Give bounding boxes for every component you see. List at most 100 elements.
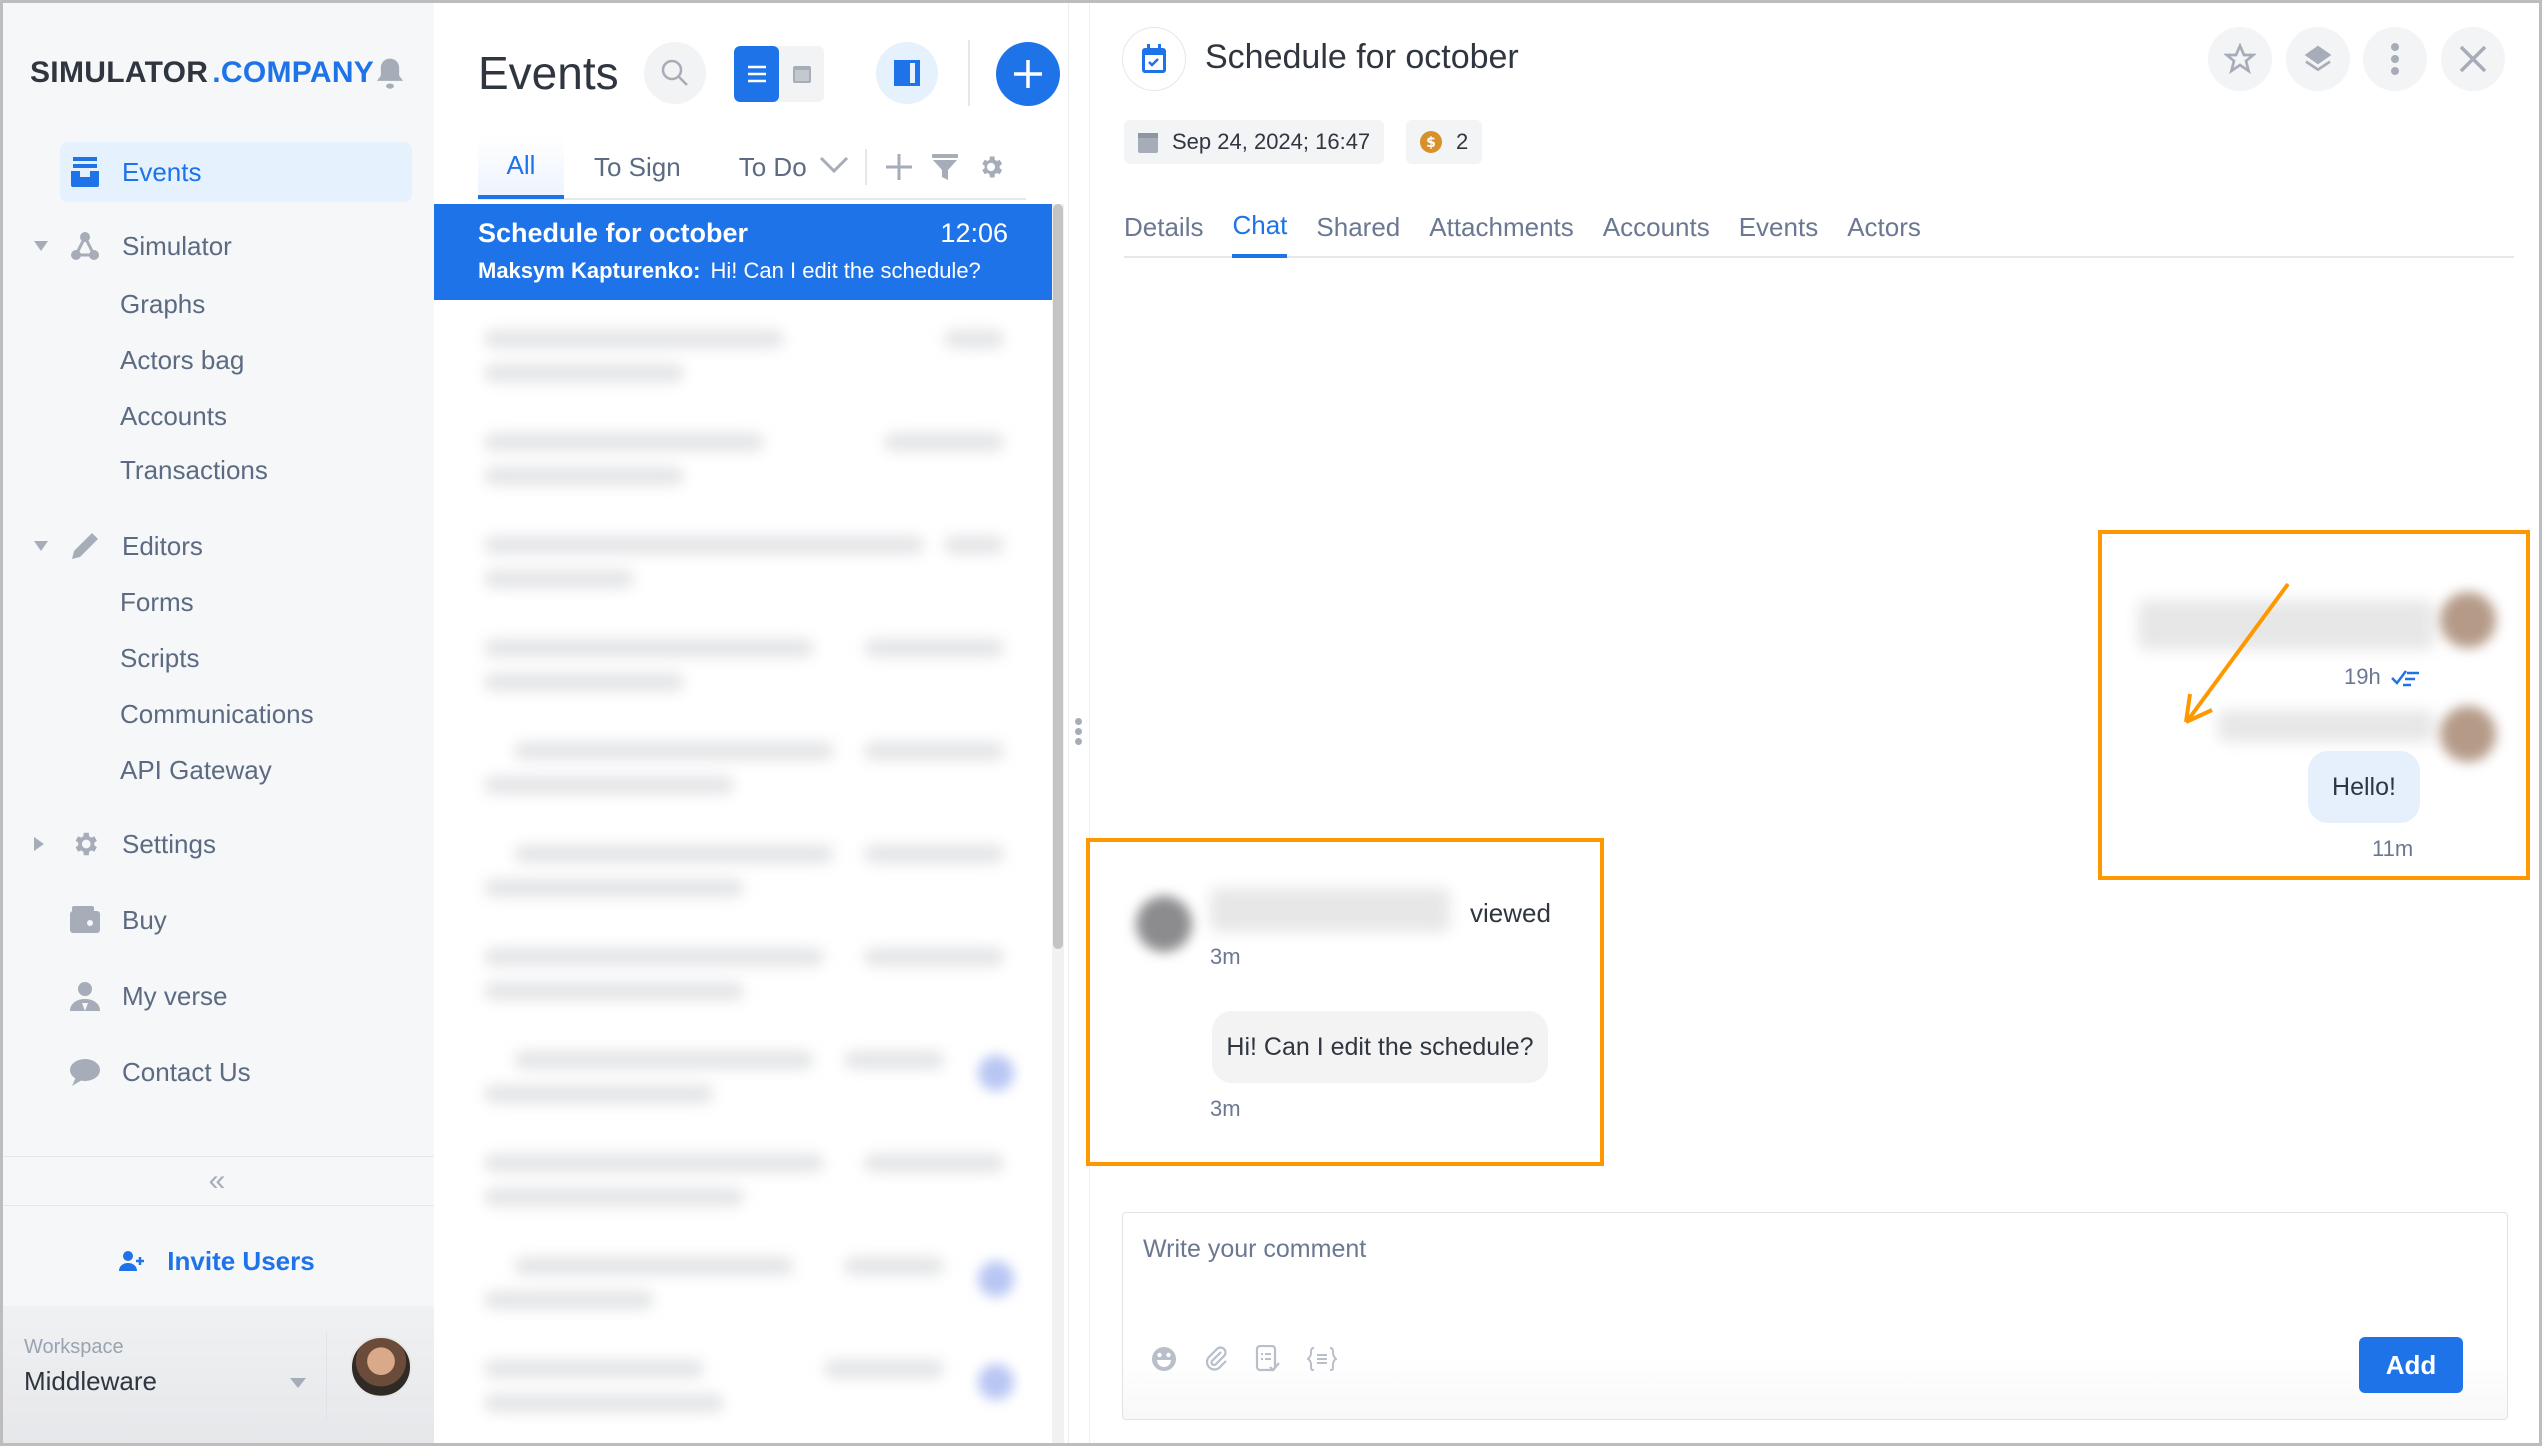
toggle-detail-panel-button[interactable] (876, 42, 938, 104)
workspace-switcher: Workspace Middleware (0, 1306, 434, 1446)
tab-details[interactable]: Details (1124, 196, 1203, 258)
tab-shared[interactable]: Shared (1316, 196, 1400, 258)
more-options-button[interactable] (2363, 27, 2427, 91)
view-toggle (734, 46, 824, 102)
date-chip: Sep 24, 2024; 16:47 (1124, 120, 1385, 164)
calendar-view-button[interactable] (779, 46, 824, 102)
gear-icon[interactable] (977, 153, 1005, 181)
sidebar-item-buy[interactable]: Buy (60, 890, 412, 950)
variables-braces-icon[interactable] (1307, 1347, 1337, 1371)
form-checklist-icon[interactable] (1255, 1345, 1281, 1373)
graph-nodes-icon (70, 231, 100, 261)
list-item[interactable] (444, 1033, 1034, 1136)
brand-logo[interactable]: SIMULATOR .COMPANY (30, 56, 374, 90)
sidebar-item-my-verse[interactable]: My verse (60, 966, 412, 1026)
sidebar-item-settings[interactable]: Settings (34, 814, 412, 874)
list-item[interactable] (444, 827, 1034, 930)
search-button[interactable] (644, 42, 706, 104)
close-icon (2459, 45, 2487, 73)
list-item[interactable] (444, 1136, 1034, 1239)
sidebar-item-graphs[interactable]: Graphs (120, 274, 412, 334)
sidebar-item-transactions[interactable]: Transactions (120, 440, 412, 500)
sidebar-item-events[interactable]: Events (60, 142, 412, 202)
calendar-check-icon (1142, 44, 1166, 73)
emoji-icon[interactable] (1151, 1346, 1177, 1372)
list-item[interactable] (444, 518, 1034, 621)
pencil-icon (70, 531, 100, 561)
list-item[interactable] (444, 1342, 1034, 1445)
list-item[interactable] (444, 312, 1034, 415)
attachment-icon[interactable] (1203, 1346, 1229, 1372)
event-title: Schedule for october (478, 218, 749, 248)
sidebar-item-actors-bag[interactable]: Actors bag (120, 330, 412, 390)
avatar (1136, 896, 1192, 952)
tab-to-sign[interactable]: To Sign (594, 135, 681, 199)
tab-events[interactable]: Events (1739, 196, 1819, 258)
comment-box: Add (1122, 1212, 2508, 1420)
events-panel: Events All To Sign To Do Schedule for oc… (434, 0, 1068, 1446)
message-text: Hi! Can I edit the schedule? (1226, 1032, 1534, 1061)
sidebar-item-label: Editors (122, 530, 203, 561)
caret-right-icon[interactable] (34, 837, 44, 851)
sidebar-item-contact-us[interactable]: Contact Us (60, 1042, 412, 1102)
tab-chat[interactable]: Chat (1232, 196, 1288, 258)
collapse-sidebar-button[interactable]: « (0, 1156, 434, 1206)
favorite-button[interactable] (2208, 27, 2272, 91)
brand-part1: SIMULATOR (30, 56, 209, 89)
list-item[interactable] (444, 930, 1034, 1033)
event-message: Hi! Can I edit the schedule? (710, 258, 981, 283)
layers-button[interactable] (2286, 27, 2350, 91)
star-icon (2224, 43, 2256, 75)
comment-toolbar (1151, 1345, 1363, 1373)
invite-users-label: Invite Users (167, 1245, 315, 1276)
list-item[interactable] (444, 1239, 1034, 1342)
panel-resize-handle[interactable] (1068, 0, 1090, 1446)
invite-users-button[interactable]: Invite Users (0, 1236, 434, 1286)
chevron-down-icon[interactable] (819, 156, 849, 179)
list-item[interactable] (444, 621, 1034, 724)
event-list-item-selected[interactable]: Schedule for october 12:06 Maksym Kaptur… (434, 204, 1052, 300)
add-event-button[interactable] (996, 42, 1060, 106)
list-view-button[interactable] (734, 46, 779, 102)
sidebar-item-simulator[interactable]: Simulator (34, 216, 412, 276)
divider (968, 40, 970, 106)
coin-count: 2 (1456, 129, 1469, 154)
tab-attachments[interactable]: Attachments (1429, 196, 1574, 258)
message-time: 3m (1210, 1096, 1241, 1121)
list-item[interactable] (444, 415, 1034, 518)
message-time-text: 19h (2344, 664, 2381, 689)
tab-all[interactable]: All (478, 135, 564, 199)
list-item[interactable] (444, 724, 1034, 827)
highlight-box-own-messages (2098, 530, 2530, 880)
sidebar-item-editors[interactable]: Editors (34, 516, 412, 576)
comment-input[interactable] (1143, 1235, 2143, 1264)
sidebar-item-scripts[interactable]: Scripts (120, 628, 412, 688)
caret-down-icon[interactable] (34, 541, 48, 551)
scrollbar-thumb[interactable] (1053, 204, 1063, 949)
sidebar-item-label: Simulator (122, 230, 232, 261)
calendar-icon (1138, 133, 1158, 153)
events-scrollbar[interactable] (1052, 204, 1064, 1446)
add-comment-button[interactable]: Add (2359, 1337, 2463, 1393)
sidebar-item-communications[interactable]: Communications (120, 684, 412, 744)
close-button[interactable] (2441, 27, 2505, 91)
event-preview: Maksym Kapturenko: Hi! Can I edit the sch… (478, 258, 981, 284)
workspace-select[interactable]: Middleware (24, 1366, 157, 1397)
tab-accounts[interactable]: Accounts (1603, 196, 1710, 258)
bell-icon[interactable] (374, 56, 406, 90)
filter-icon[interactable] (931, 153, 959, 181)
sidebar-item-api-gateway[interactable]: API Gateway (120, 740, 412, 800)
plus-icon (1014, 60, 1042, 88)
event-title: Schedule for october (1205, 38, 1519, 76)
sidebar-item-accounts[interactable]: Accounts (120, 386, 412, 446)
tab-to-do[interactable]: To Do (739, 135, 809, 199)
sidebar-item-forms[interactable]: Forms (120, 572, 412, 632)
read-receipt-icon (2390, 670, 2419, 687)
drag-handle-icon[interactable] (1075, 718, 1083, 748)
tab-actors[interactable]: Actors (1847, 196, 1921, 258)
user-avatar[interactable] (350, 1336, 412, 1398)
caret-down-icon[interactable] (34, 241, 48, 251)
sidebar-item-label: My verse (122, 980, 228, 1011)
add-tab-icon[interactable] (885, 153, 913, 181)
caret-down-icon[interactable] (290, 1378, 306, 1388)
